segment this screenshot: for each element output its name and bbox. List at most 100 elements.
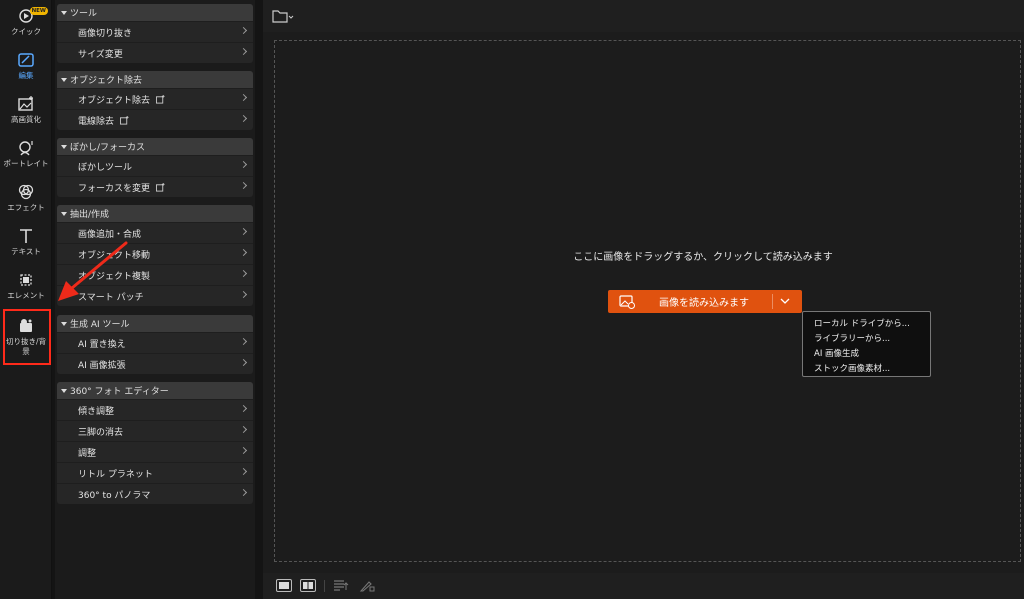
highlight-box [3,309,51,365]
tool-label: AI 画像拡張 [78,360,126,371]
tool-little-planet[interactable]: リトル プラネット [57,462,253,483]
menu-item-library[interactable]: ライブラリーから... [803,330,930,345]
tool-add-composite[interactable]: 画像追加・合成 [57,222,253,243]
chevron-right-icon [239,93,248,102]
rail-item-enhance[interactable]: 高画質化 [0,90,52,130]
brush-icon[interactable] [359,579,375,592]
rail-item-portrait[interactable]: ポートレイト [0,134,52,174]
menu-item-ai-generate[interactable]: AI 画像生成 [803,345,930,360]
rail-item-edit[interactable]: 編集 [0,46,52,86]
edit-icon [18,53,34,67]
chevron-right-icon [239,358,248,367]
tool-360-panorama[interactable]: 360° to パノラマ [57,483,253,504]
group-header[interactable]: 360° フォト エディター [57,382,253,399]
chevron-right-icon [239,488,248,497]
chevron-right-icon [239,227,248,236]
tool-change-focus[interactable]: フォーカスを変更 [57,176,253,197]
tool-resize[interactable]: サイズ変更 [57,42,253,63]
chevron-right-icon [239,248,248,257]
collapse-triangle-icon [61,10,67,15]
tool-label: ぼかしツール [78,162,133,173]
chevron-right-icon [239,446,248,455]
tool-crop[interactable]: 画像切り抜き [57,21,253,42]
tool-ai-expand[interactable]: AI 画像拡張 [57,353,253,374]
collapse-triangle-icon [61,77,67,82]
rail-label: ポートレイト [3,159,49,168]
group-title: 生成 AI ツール [70,320,130,330]
ai-sparkle-icon [120,115,129,125]
tool-object-move[interactable]: オブジェクト移動 [57,243,253,264]
chevron-right-icon [239,47,248,56]
folder-icon[interactable] [271,7,295,25]
portrait-icon [19,141,33,156]
rail-item-effect[interactable]: エフェクト [0,178,52,218]
group-generative-ai: 生成 AI ツール AI 置き換え AI 画像拡張 [57,315,253,374]
rail-label: テキスト [11,247,41,256]
top-toolbar [263,0,1024,32]
group-title: ぼかし/フォーカス [70,143,146,153]
chevron-right-icon [239,269,248,278]
tool-tilt[interactable]: 傾き調整 [57,399,253,420]
new-badge: NEW [29,7,48,15]
group-header[interactable]: 抽出/作成 [57,205,253,222]
group-title: ツール [70,9,98,19]
group-header[interactable]: オブジェクト除去 [57,71,253,88]
rail-item-quick[interactable]: NEW クイック [0,2,52,42]
menu-item-local-drive[interactable]: ローカル ドライブから... [803,315,930,330]
tool-adjust[interactable]: 調整 [57,441,253,462]
chevron-right-icon [239,26,248,35]
collapse-triangle-icon [61,388,67,393]
group-tools: ツール 画像切り抜き サイズ変更 [57,4,253,63]
tool-label: 画像切り抜き [78,28,133,39]
rail-item-text[interactable]: テキスト [0,222,52,262]
drop-instruction-text: ここに画像をドラッグするか、クリックして読み込みます [573,252,833,263]
tool-smart-patch[interactable]: スマート パッチ [57,285,253,306]
text-icon [20,229,32,243]
tool-ai-replace[interactable]: AI 置き換え [57,332,253,353]
layers-icon[interactable] [333,579,349,592]
chevron-right-icon [239,290,248,299]
rail-label: エフェクト [7,203,45,212]
tool-label: 画像追加・合成 [78,229,142,240]
rail-label: エレメント [7,291,45,300]
tool-tripod-erase[interactable]: 三脚の消去 [57,420,253,441]
chevron-down-icon[interactable] [780,296,790,306]
tool-object-duplicate[interactable]: オブジェクト複製 [57,264,253,285]
chevron-right-icon [239,114,248,123]
group-header[interactable]: ツール [57,4,253,21]
load-image-label: 画像を読み込みます [659,298,749,309]
tool-blur[interactable]: ぼかしツール [57,155,253,176]
image-load-icon [619,294,635,309]
ai-sparkle-icon [156,182,165,192]
rail-label: クイック [11,27,41,36]
menu-item-stock[interactable]: ストック画像素材... [803,360,930,375]
group-header[interactable]: ぼかし/フォーカス [57,138,253,155]
group-header[interactable]: 生成 AI ツール [57,315,253,332]
tool-label: 調整 [78,448,97,459]
single-view-icon[interactable] [276,579,292,592]
load-image-button[interactable]: 画像を読み込みます [608,290,802,313]
tool-label: 360° to パノラマ [78,490,151,501]
group-360-editor: 360° フォト エディター 傾き調整 三脚の消去 調整 リトル プラネット 3… [57,382,253,504]
chevron-right-icon [239,181,248,190]
group-title: オブジェクト除去 [70,76,143,86]
tool-panel: ツール 画像切り抜き サイズ変更 オブジェクト除去 オブジェクト除去 電線除去 … [55,0,255,599]
tool-object-removal[interactable]: オブジェクト除去 [57,88,253,109]
tool-label: 三脚の消去 [78,427,124,438]
chevron-right-icon [239,425,248,434]
tool-label: スマート パッチ [78,292,144,303]
chevron-right-icon [239,337,248,346]
tool-label: 電線除去 [78,116,115,127]
load-source-menu: ローカル ドライブから... ライブラリーから... AI 画像生成 ストック画… [802,311,931,377]
tool-label: サイズ変更 [78,49,123,60]
compare-view-icon[interactable] [300,579,316,592]
tool-label: オブジェクト複製 [78,271,151,282]
rail-item-element[interactable]: エレメント [0,266,52,306]
chevron-right-icon [239,467,248,476]
enhance-icon [18,96,33,111]
tool-wire-removal[interactable]: 電線除去 [57,109,253,130]
tool-label: リトル プラネット [78,469,153,480]
main-canvas-area: ここに画像をドラッグするか、クリックして読み込みます 画像を読み込みます ローカ… [263,0,1024,599]
group-object-removal: オブジェクト除去 オブジェクト除去 電線除去 [57,71,253,130]
collapse-triangle-icon [61,144,67,149]
